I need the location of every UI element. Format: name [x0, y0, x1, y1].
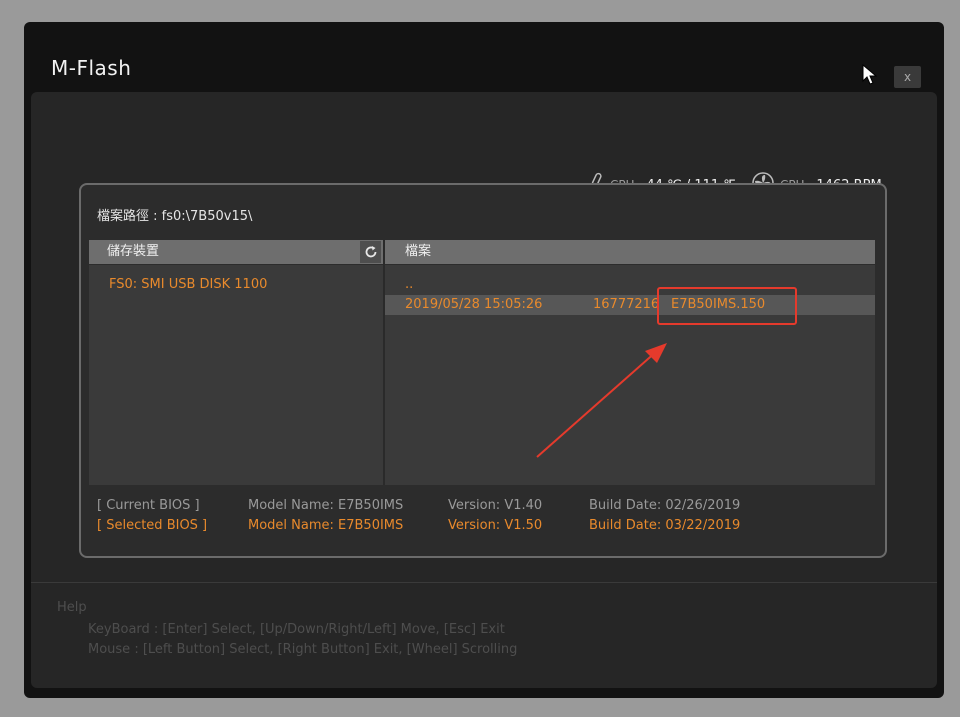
help-divider: [31, 582, 937, 583]
file-date: 2019/05/28 15:05:26: [405, 297, 543, 312]
help-keyboard: KeyBoard : [Enter] Select, [Up/Down/Righ…: [88, 622, 505, 637]
device-list: FS0: SMI USB DISK 1100: [89, 265, 383, 485]
selected-bios-model: Model Name: E7B50IMS: [248, 518, 404, 533]
file-list-header: 檔案: [385, 240, 875, 264]
close-button[interactable]: x: [894, 66, 921, 88]
current-bios-version: Version: V1.40: [448, 498, 543, 513]
current-bios-build: Build Date: 02/26/2019: [589, 498, 741, 513]
highlight-box: [657, 287, 797, 325]
m-flash-window: M-Flash x CPU 44 ℃ / 111 ℉ CPU: [24, 22, 944, 698]
mouse-cursor-icon: [862, 63, 878, 90]
selected-bios-version: Version: V1.50: [448, 518, 543, 533]
flash-dialog: 檔案路徑 : fs0:\7B50v15\ 儲存裝置 檔案 FS0: SMI US…: [79, 183, 887, 558]
file-path: 檔案路徑 : fs0:\7B50v15\: [97, 209, 253, 224]
file-size: 16777216: [593, 297, 660, 312]
selected-bios-build: Build Date: 03/22/2019: [589, 518, 741, 533]
device-list-header: 儲存裝置: [89, 240, 383, 264]
help-mouse: Mouse : [Left Button] Select, [Right But…: [88, 642, 518, 657]
refresh-icon[interactable]: [360, 241, 381, 263]
window-title: M-Flash: [51, 56, 132, 80]
parent-directory-item[interactable]: ..: [405, 277, 413, 292]
device-item-fs0[interactable]: FS0: SMI USB DISK 1100: [109, 277, 267, 292]
current-bios-label: [ Current BIOS ]: [97, 498, 200, 513]
main-panel: CPU 44 ℃ / 111 ℉ CPU 1462 RPM 檔案路徑 : fs0…: [31, 92, 937, 688]
selected-bios-label: [ Selected BIOS ]: [97, 518, 208, 533]
current-bios-model: Model Name: E7B50IMS: [248, 498, 404, 513]
help-title: Help: [57, 600, 87, 615]
annotation-arrow-icon: [536, 343, 667, 458]
file-row[interactable]: 2019/05/28 15:05:26 16777216 E7B50IMS.15…: [385, 295, 875, 315]
